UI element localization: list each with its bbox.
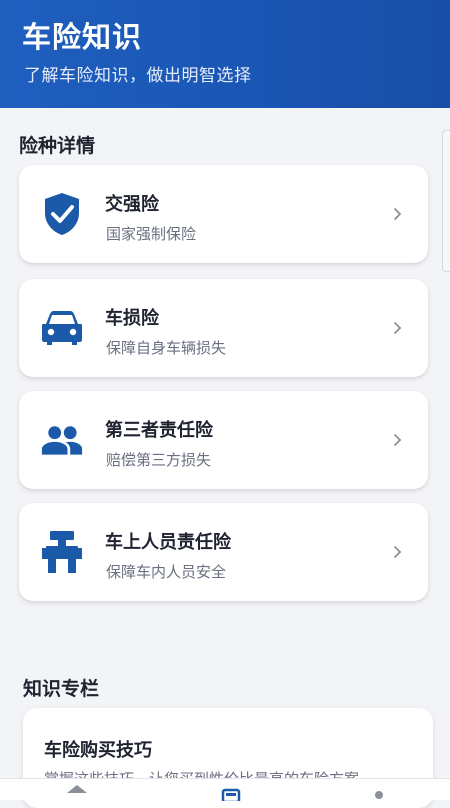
insurance-card-title: 车损险 <box>105 308 159 329</box>
insurance-card-vehicle-damage[interactable]: 车损险 保障自身车辆损失 <box>19 279 428 377</box>
insurance-card-title: 交强险 <box>105 194 159 215</box>
insurance-card-title: 第三者责任险 <box>105 420 213 441</box>
insurance-card-desc: 赔偿第三方损失 <box>106 451 212 469</box>
seat-icon <box>41 531 83 573</box>
chevron-right-icon <box>394 322 402 334</box>
bottom-nav <box>0 778 450 804</box>
scrollbar[interactable] <box>442 130 450 272</box>
insurance-card-compulsory[interactable]: 交强险 国家强制保险 <box>19 165 428 263</box>
car-icon <box>41 307 83 349</box>
section-title-insurance-types: 险种详情 <box>19 135 96 157</box>
chevron-right-icon <box>394 208 402 220</box>
page-title: 车险知识 <box>22 20 143 54</box>
page-header: 车险知识 了解车险知识，做出明智选择 <box>0 0 450 108</box>
insurance-card-desc: 国家强制保险 <box>106 225 197 243</box>
people-icon <box>41 419 83 461</box>
profile-icon[interactable] <box>364 779 394 801</box>
insurance-card-title: 车上人员责任险 <box>105 532 231 553</box>
insurance-card-desc: 保障车内人员安全 <box>106 563 227 581</box>
insurance-card-third-party[interactable]: 第三者责任险 赔偿第三方损失 <box>19 391 428 489</box>
insurance-card-passenger[interactable]: 车上人员责任险 保障车内人员安全 <box>19 503 428 601</box>
home-icon[interactable] <box>62 779 92 801</box>
page-subtitle: 了解车险知识，做出明智选择 <box>24 66 252 86</box>
chevron-right-icon <box>394 434 402 446</box>
chevron-right-icon <box>394 546 402 558</box>
policy-icon[interactable] <box>215 779 245 804</box>
insurance-card-desc: 保障自身车辆损失 <box>106 339 227 357</box>
knowledge-card-title: 车险购买技巧 <box>44 740 152 761</box>
section-title-knowledge: 知识专栏 <box>23 678 100 700</box>
shield-check-icon <box>41 193 83 235</box>
